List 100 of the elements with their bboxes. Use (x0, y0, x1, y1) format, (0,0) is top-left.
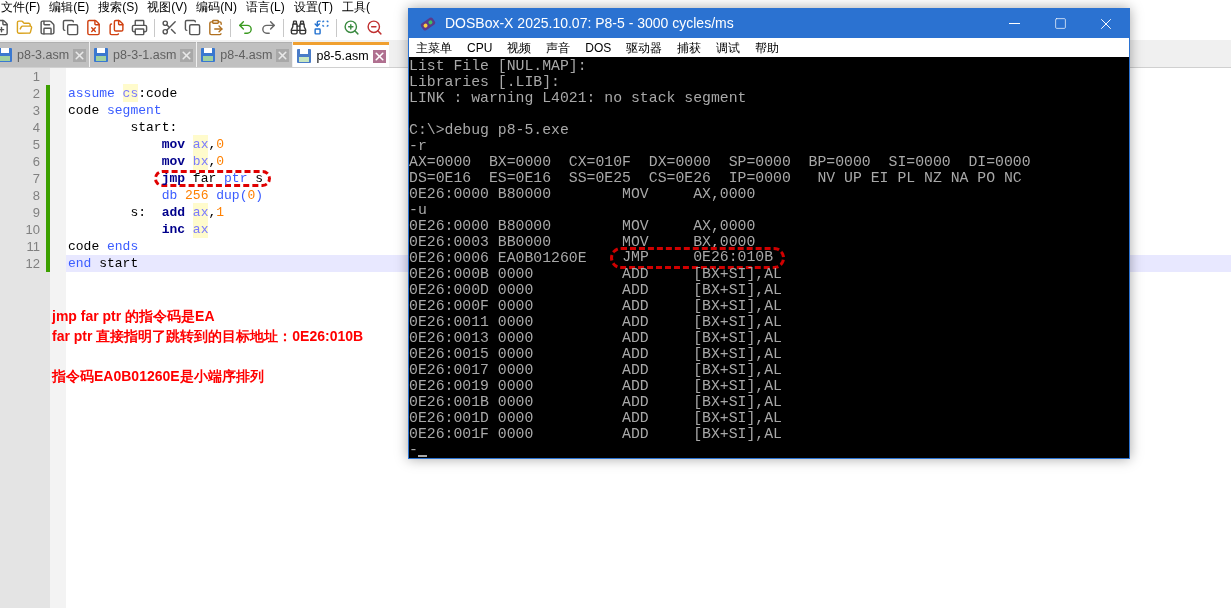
console-text: LINK : warning L4021: no stack segment (409, 90, 747, 106)
console-text: 0E26:001D 0000 ADD [BX+SI],AL (409, 410, 782, 426)
menu-item[interactable]: 语言(L) (246, 0, 285, 14)
close-icon[interactable] (372, 49, 386, 63)
binoculars-icon[interactable] (290, 19, 307, 36)
console-text: 0E26:0003 BB0000 MOV BX,0000 (409, 234, 756, 250)
console-text: DS=0E16 ES=0E16 SS=0E25 CS=0E26 IP=0000 NV UP EI PL NZ NA PO NC (409, 170, 1022, 186)
code-token: ) (255, 186, 264, 205)
console-text: -r (409, 138, 427, 154)
printer-icon[interactable] (131, 19, 148, 36)
code-token: , (208, 135, 217, 154)
menu-item[interactable]: 搜索(S) (98, 0, 139, 14)
console-text: AX=0000 BX=0000 CX=010F DX=0000 SP=0000 BP=0000 SI=0000 DI=0000 (409, 154, 1031, 170)
console-text: Libraries [.LIB]: (409, 74, 560, 90)
menu-item[interactable]: 视频 (507, 38, 532, 57)
floppy-icon (0, 47, 13, 63)
code-token: jmp (161, 171, 187, 186)
menu-item[interactable]: 捕获 (677, 38, 702, 57)
undo-icon[interactable] (237, 19, 254, 36)
annotation-text: jmp far ptr 的指令码是EA (52, 307, 216, 326)
annotation-text: far ptr 直接指明了跳转到的目标地址：0E26:010B (52, 327, 364, 346)
code-token: ends (107, 237, 139, 256)
close-all-icon[interactable] (108, 19, 125, 36)
code-token: 0 (216, 152, 225, 171)
line-number: 2 (32, 84, 40, 103)
menu-item[interactable]: 工具( (342, 0, 370, 14)
code-token: , (208, 203, 217, 222)
code-token: ptr (224, 171, 249, 186)
menu-item[interactable]: CPU (467, 38, 493, 57)
console-text: JMP 0E26:010B (622, 249, 774, 265)
line-number: 7 (32, 169, 40, 188)
annotation-text: 指令码EA0B01260E是小端序排列 (52, 367, 265, 386)
code-token: 0 (216, 135, 225, 154)
code-token: :code (138, 84, 178, 103)
console-text: 0E26:0000 B80000 MOV AX,0000 (409, 218, 756, 234)
console-text: 0E26:000D 0000 ADD [BX+SI],AL (409, 282, 782, 298)
menu-item[interactable]: 视图(V) (147, 0, 188, 14)
scissors-icon[interactable] (161, 19, 178, 36)
code-token: code (68, 237, 101, 256)
code-token: start: (130, 118, 178, 137)
menu-item[interactable]: DOS (585, 38, 612, 57)
zoom-in-icon[interactable] (343, 19, 360, 36)
code-token: assume (68, 84, 116, 103)
close-file-icon[interactable] (85, 19, 102, 36)
file-tab[interactable]: p8-5.asm (293, 42, 389, 67)
console-text: C:\>debug p8-5.exe (409, 122, 569, 138)
code-token: 256 (185, 186, 210, 205)
replace-icon[interactable] (313, 19, 330, 36)
floppy-icon (200, 47, 217, 63)
code-token: db (161, 186, 179, 205)
console-text: 0E26:001F 0000 ADD [BX+SI],AL (409, 426, 782, 442)
file-tab[interactable]: p8-4.asm (197, 42, 293, 67)
code-token: 1 (216, 203, 225, 222)
code-token: dup( (216, 186, 248, 205)
window-title: DOSBox-X 2025.10.07: P8-5 - 3000 cycles/ms (445, 14, 735, 33)
console-text: 0E26:001B 0000 ADD [BX+SI],AL (409, 394, 782, 410)
menu-item[interactable]: 编码(N) (196, 0, 237, 14)
code-token: add (161, 203, 187, 222)
menu-item[interactable]: 设置(T) (293, 0, 333, 14)
menu-item[interactable]: 声音 (546, 38, 571, 57)
maximize-icon (1053, 17, 1067, 30)
code-token: inc (161, 220, 187, 239)
menu-item[interactable]: 编辑(E) (49, 0, 90, 14)
line-number: 3 (32, 101, 40, 120)
line-number: 10 (25, 220, 40, 239)
redo-icon[interactable] (260, 19, 277, 36)
code-token: segment (107, 101, 162, 120)
floppy-icon (296, 48, 313, 64)
save-icon[interactable] (39, 19, 56, 36)
menu-item[interactable]: 主菜单 (416, 38, 452, 57)
menu-item[interactable]: 调试 (716, 38, 741, 57)
console-text: 0E26:000B 0000 ADD [BX+SI],AL (409, 266, 782, 282)
menu-item[interactable]: 文件(F) (1, 0, 41, 14)
line-number: 12 (25, 254, 40, 273)
save-all-icon[interactable] (62, 19, 79, 36)
console-text: 0E26:0011 0000 ADD [BX+SI],AL (409, 314, 782, 330)
menu-item[interactable]: 驱动器 (626, 38, 663, 57)
code-token: s: (130, 203, 148, 222)
console-text: 0E26:0017 0000 ADD [BX+SI],AL (409, 362, 782, 378)
menu-item[interactable]: 帮助 (755, 38, 780, 57)
code-token: mov (161, 152, 187, 171)
code-token: far (192, 171, 218, 186)
file-tab[interactable]: p8-3-1.asm (90, 42, 197, 67)
console-text: 0E26:0015 0000 ADD [BX+SI],AL (409, 346, 782, 362)
code-token: end (68, 254, 93, 273)
console-text: List File [NUL.MAP]: (409, 58, 587, 74)
copy-icon[interactable] (184, 19, 201, 36)
code-token: s (255, 171, 264, 186)
file-tab[interactable]: p8-3.asm (0, 42, 90, 67)
code-token: code (68, 101, 101, 120)
code-token: mov (161, 135, 187, 154)
paste-icon[interactable] (207, 19, 224, 36)
minimize-icon (1008, 23, 1020, 24)
zoom-out-icon[interactable] (366, 19, 383, 36)
code-token: , (208, 152, 217, 171)
console-text: -u (409, 202, 427, 218)
code-token: 0 (247, 186, 256, 205)
console-text: 0E26:0006 EA0B01260E (409, 250, 588, 266)
line-number: 8 (32, 186, 40, 205)
console-text: 0E26:0000 B80000 MOV AX,0000 (409, 186, 756, 202)
